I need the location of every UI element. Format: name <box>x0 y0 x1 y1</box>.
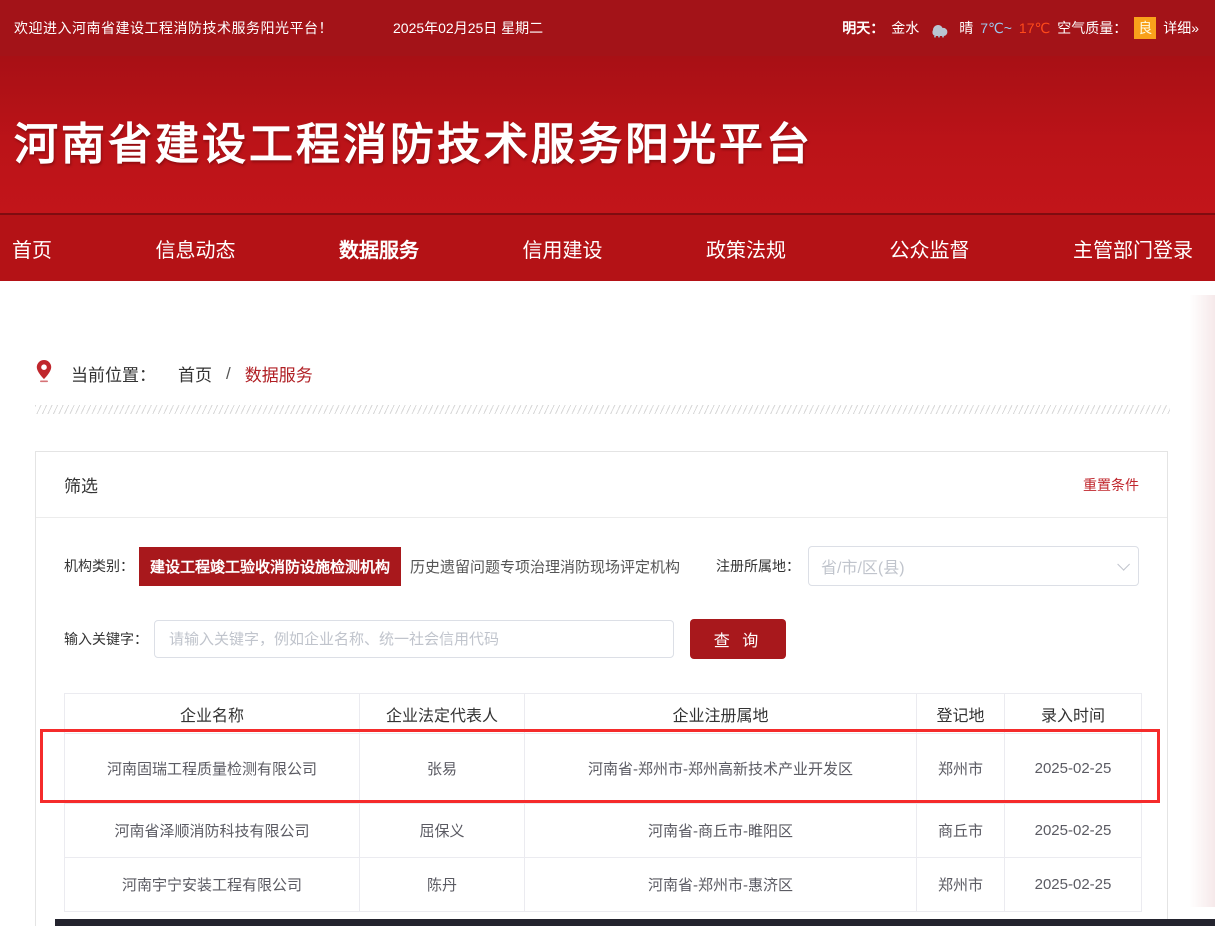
cell-legal-rep: 张易 <box>360 734 525 804</box>
nav-item-data-service[interactable]: 数据服务 <box>339 234 419 263</box>
cell-registered-place: 河南省-郑州市-郑州高新技术产业开发区 <box>525 734 917 804</box>
table-row[interactable]: 河南固瑞工程质量检测有限公司 张易 河南省-郑州市-郑州高新技术产业开发区 郑州… <box>65 734 1142 804</box>
nav-item-news[interactable]: 信息动态 <box>156 234 236 263</box>
weather-condition: 晴 <box>959 18 973 38</box>
cell-entry-date: 2025-02-25 <box>1005 734 1142 804</box>
top-utility-bar: 欢迎进入河南省建设工程消防技术服务阳光平台！ 2025年02月25日 星期二 明… <box>0 0 1215 56</box>
cell-registered-place: 河南省-商丘市-睢阳区 <box>525 804 917 858</box>
col-header-entry-date: 录入时间 <box>1005 694 1142 734</box>
results-table-wrap: 企业名称 企业法定代表人 企业注册属地 登记地 录入时间 河南固瑞工程质量检测有… <box>64 693 1139 912</box>
cell-company: 河南省泽顺消防科技有限公司 <box>65 804 360 858</box>
breadcrumb-current-link[interactable]: 数据服务 <box>245 361 313 386</box>
results-table: 企业名称 企业法定代表人 企业注册属地 登记地 录入时间 河南固瑞工程质量检测有… <box>64 693 1142 912</box>
cell-entry-date: 2025-02-25 <box>1005 804 1142 858</box>
breadcrumb-label: 当前位置： <box>71 361 156 386</box>
breadcrumb: 当前位置： 首页 / 数据服务 <box>35 359 1215 388</box>
col-header-registered-place: 企业注册属地 <box>525 694 917 734</box>
filter-panel-header: 筛选 重置条件 <box>36 452 1167 518</box>
cloud-weather-icon <box>926 18 952 38</box>
nav-item-supervision[interactable]: 公众监督 <box>890 234 970 263</box>
site-title: 河南省建设工程消防技术服务阳光平台 <box>0 56 1215 172</box>
cell-legal-rep: 陈丹 <box>360 858 525 912</box>
air-quality-badge: 良 <box>1134 17 1156 39</box>
nav-item-home[interactable]: 首页 <box>12 234 52 263</box>
temp-high: 17℃ <box>1019 20 1050 37</box>
category-label: 机构类别： <box>64 556 134 576</box>
nav-item-admin-login[interactable]: 主管部门登录 <box>1073 234 1193 263</box>
cell-record-place: 郑州市 <box>917 734 1005 804</box>
breadcrumb-home-link[interactable]: 首页 <box>178 361 212 386</box>
category-option-selected[interactable]: 建设工程竣工验收消防设施检测机构 <box>139 547 401 586</box>
cell-entry-date: 2025-02-25 <box>1005 858 1142 912</box>
cell-record-place: 商丘市 <box>917 804 1005 858</box>
table-header-row: 企业名称 企业法定代表人 企业注册属地 登记地 录入时间 <box>65 694 1142 734</box>
col-header-company: 企业名称 <box>65 694 360 734</box>
cell-legal-rep: 屈保义 <box>360 804 525 858</box>
date-text: 2025年02月25日 星期二 <box>393 18 543 38</box>
nav-item-policy[interactable]: 政策法规 <box>706 234 786 263</box>
air-quality-label: 空气质量： <box>1057 18 1127 38</box>
reset-filters-link[interactable]: 重置条件 <box>1083 475 1139 495</box>
breadcrumb-separator: / <box>226 364 231 384</box>
cell-company: 河南固瑞工程质量检测有限公司 <box>65 734 360 804</box>
filter-panel: 筛选 重置条件 机构类别： 建设工程竣工验收消防设施检测机构 历史遗留问题专项治… <box>35 451 1168 926</box>
decorative-slash-divider <box>35 405 1170 414</box>
region-select[interactable]: 省/市/区(县) <box>808 546 1139 586</box>
keyword-input[interactable] <box>154 620 674 658</box>
cell-company: 河南宇宁安装工程有限公司 <box>65 858 360 912</box>
tomorrow-label: 明天： <box>842 18 884 38</box>
table-row[interactable]: 河南宇宁安装工程有限公司 陈丹 河南省-郑州市-惠济区 郑州市 2025-02-… <box>65 858 1142 912</box>
location-pin-icon <box>35 359 53 388</box>
weather-detail-link[interactable]: 详细» <box>1163 18 1199 38</box>
region-label: 注册所属地： <box>716 556 800 576</box>
table-row[interactable]: 河南省泽顺消防科技有限公司 屈保义 河南省-商丘市-睢阳区 商丘市 2025-0… <box>65 804 1142 858</box>
temp-low: 7℃~ <box>980 20 1012 37</box>
col-header-record-place: 登记地 <box>917 694 1005 734</box>
region-select-placeholder: 省/市/区(县) <box>821 554 1117 578</box>
col-header-legal-rep: 企业法定代表人 <box>360 694 525 734</box>
filter-row-keyword: 输入关键字： 查 询 <box>64 619 1139 659</box>
filter-row-category: 机构类别： 建设工程竣工验收消防设施检测机构 历史遗留问题专项治理消防现场评定机… <box>64 546 1139 586</box>
keyword-label: 输入关键字： <box>64 629 148 649</box>
weather-widget: 明天： 金水 晴 7℃~ 17℃ 空气质量： 良 详细» <box>842 17 1199 39</box>
welcome-text: 欢迎进入河南省建设工程消防技术服务阳光平台！ <box>14 18 333 38</box>
nav-item-credit[interactable]: 信用建设 <box>523 234 603 263</box>
filter-title: 筛选 <box>64 472 98 497</box>
site-banner: 河南省建设工程消防技术服务阳光平台 <box>0 56 1215 213</box>
bottom-dark-bar <box>55 919 1215 926</box>
district-name: 金水 <box>891 18 919 38</box>
search-button[interactable]: 查 询 <box>690 619 786 659</box>
cell-registered-place: 河南省-郑州市-惠济区 <box>525 858 917 912</box>
main-navigation: 首页 信息动态 数据服务 信用建设 政策法规 公众监督 主管部门登录 <box>0 215 1215 281</box>
chevron-down-icon <box>1117 558 1130 571</box>
cell-record-place: 郑州市 <box>917 858 1005 912</box>
category-option-other[interactable]: 历史遗留问题专项治理消防现场评定机构 <box>410 556 680 577</box>
